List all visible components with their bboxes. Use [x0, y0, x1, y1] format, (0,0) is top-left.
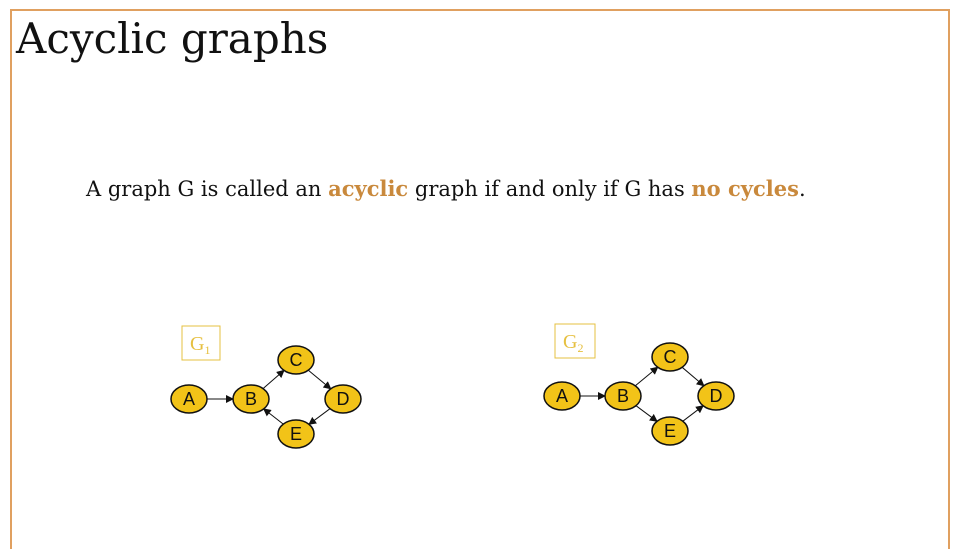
node-a: A — [170, 384, 208, 414]
edge-e-d — [682, 405, 704, 422]
graph-g2: G2 A B C D E — [543, 323, 735, 446]
edge-c-d — [681, 366, 705, 387]
edge-b-c — [262, 369, 285, 389]
node-e: E — [277, 419, 315, 449]
node-label: D — [710, 386, 723, 406]
graph-label: G1 — [190, 333, 210, 357]
node-label: B — [245, 389, 257, 409]
node-d: D — [324, 384, 362, 414]
node-label: A — [556, 386, 568, 406]
node-label: C — [664, 347, 677, 367]
graph-label: G2 — [563, 331, 583, 355]
edge-d-e — [308, 408, 331, 425]
edge-b-e — [635, 405, 658, 422]
node-label: D — [337, 389, 350, 409]
node-c: C — [277, 345, 315, 375]
edge-c-d — [307, 369, 332, 390]
node-a: A — [543, 381, 581, 411]
node-b: B — [604, 381, 642, 411]
node-label: E — [290, 424, 302, 444]
edge-e-b — [262, 408, 284, 425]
node-b: B — [232, 384, 270, 414]
node-label: B — [617, 386, 629, 406]
graph-g1: G1 A B C D E — [170, 325, 362, 449]
node-c: C — [651, 342, 689, 372]
graphs-diagram: G1 A B C D E G2 A B C D E — [170, 323, 735, 449]
node-label: C — [290, 350, 303, 370]
node-d: D — [697, 381, 735, 411]
edge-b-c — [634, 366, 659, 387]
node-label: A — [183, 389, 195, 409]
node-label: E — [664, 421, 676, 441]
node-e: E — [651, 416, 689, 446]
